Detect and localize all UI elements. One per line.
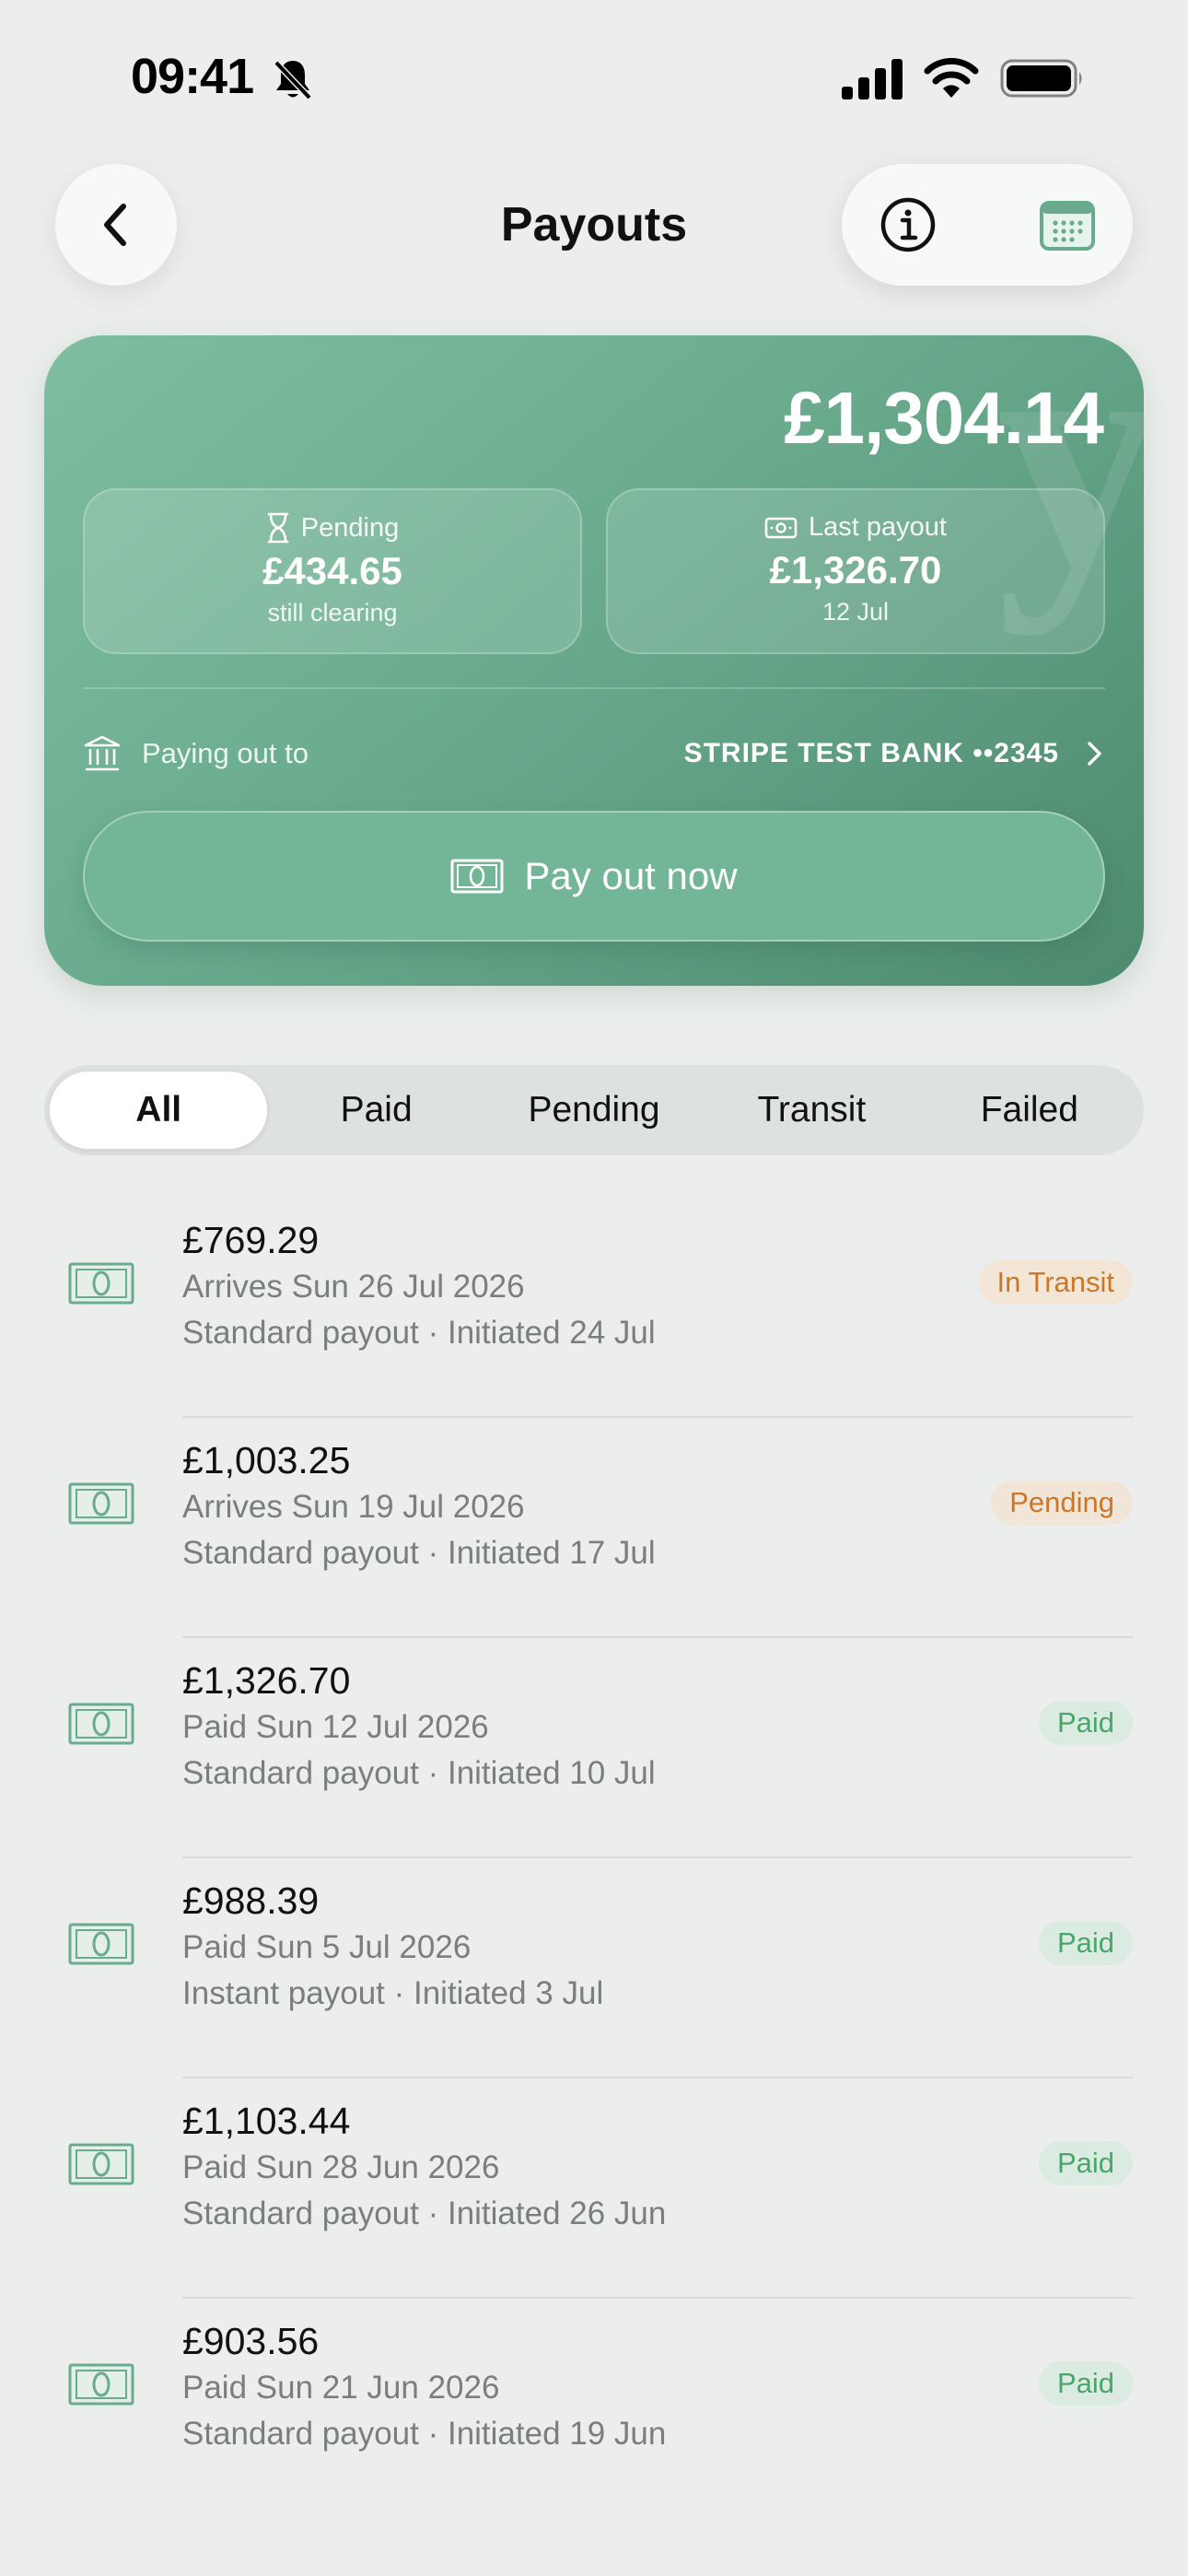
- pending-sub: still clearing: [267, 599, 398, 626]
- wifi-icon: [924, 57, 979, 98]
- pay-out-now-button[interactable]: Pay out now: [83, 811, 1105, 942]
- filter-failed[interactable]: Failed: [921, 1071, 1138, 1149]
- bank-account-name: STRIPE TEST BANK ••2345: [683, 738, 1059, 768]
- total-balance: £1,304.14: [784, 377, 1104, 459]
- filter-transit[interactable]: Transit: [703, 1071, 920, 1149]
- status-filter: All Paid Pending Transit Failed: [44, 1065, 1144, 1155]
- payout-amount: £1,103.44: [182, 2100, 351, 2142]
- status-badge: Paid: [1038, 1701, 1133, 1745]
- payout-date: Arrives Sun 26 Jul 2026: [182, 1269, 525, 1305]
- pending-value: £434.65: [262, 549, 402, 592]
- banknote-icon: [68, 1923, 134, 1965]
- payout-row[interactable]: £903.56 Paid Sun 21 Jun 2026 Standard pa…: [0, 2299, 1188, 2519]
- payout-row[interactable]: £1,003.25 Arrives Sun 19 Jul 2026 Standa…: [0, 1418, 1188, 1638]
- payout-amount: £988.39: [182, 1879, 320, 1922]
- hourglass-icon: [267, 512, 289, 544]
- bank-icon: [84, 735, 121, 771]
- last-payout-label: Last payout: [809, 512, 947, 542]
- payout-row[interactable]: £988.39 Paid Sun 5 Jul 2026 Instant payo…: [0, 1858, 1188, 2078]
- last-payout-stat: Last payout £1,326.70 12 Jul: [606, 488, 1105, 654]
- cellular-signal-icon: [842, 59, 903, 100]
- banknote-icon: [68, 1262, 134, 1305]
- banknote-icon: [68, 1703, 134, 1745]
- payout-row[interactable]: £1,326.70 Paid Sun 12 Jul 2026 Standard …: [0, 1638, 1188, 1858]
- payout-date: Paid Sun 21 Jun 2026: [182, 2370, 500, 2406]
- payout-row[interactable]: £769.29 Arrives Sun 26 Jul 2026 Standard…: [0, 1198, 1188, 1418]
- payout-list: £769.29 Arrives Sun 26 Jul 2026 Standard…: [0, 1198, 1188, 2519]
- payout-amount: £903.56: [182, 2320, 320, 2362]
- pending-label: Pending: [300, 512, 400, 543]
- status-time: 09:41: [131, 49, 254, 104]
- status-badge: Paid: [1038, 2141, 1133, 2185]
- calendar-icon[interactable]: [1039, 197, 1096, 252]
- payout-date: Paid Sun 12 Jul 2026: [182, 1709, 489, 1745]
- payout-detail: Standard payout · Initiated 26 Jun: [182, 2195, 667, 2231]
- payout-date: Arrives Sun 19 Jul 2026: [182, 1489, 525, 1525]
- banknote-icon: [68, 2363, 134, 2406]
- payout-row[interactable]: £1,103.44 Paid Sun 28 Jun 2026 Standard …: [0, 2078, 1188, 2299]
- banknote-icon: [68, 1482, 134, 1525]
- payout-date: Paid Sun 5 Jul 2026: [182, 1929, 472, 1965]
- card-divider: [83, 687, 1105, 689]
- pay-out-now-label: Pay out now: [524, 854, 738, 897]
- balance-card: y £1,304.14 Pending £434.65 still cleari…: [44, 335, 1144, 986]
- payout-amount: £1,326.70: [182, 1659, 351, 1702]
- payout-detail: Standard payout · Initiated 10 Jul: [182, 1755, 656, 1791]
- filter-pending[interactable]: Pending: [485, 1071, 703, 1149]
- status-bar: 09:41: [0, 0, 1188, 157]
- status-badge: Pending: [991, 1481, 1133, 1525]
- banknote-icon: [68, 2143, 134, 2185]
- status-badge: In Transit: [978, 1260, 1133, 1305]
- payout-detail: Instant payout · Initiated 3 Jul: [182, 1975, 604, 2011]
- payout-date: Paid Sun 28 Jun 2026: [182, 2149, 500, 2185]
- payout-amount: £1,003.25: [182, 1439, 351, 1481]
- last-payout-sub: 12 Jul: [821, 598, 890, 626]
- payout-detail: Standard payout · Initiated 19 Jun: [182, 2416, 667, 2452]
- banknote-icon: [450, 859, 504, 894]
- payout-amount: £769.29: [182, 1219, 320, 1261]
- payout-detail: Standard payout · Initiated 17 Jul: [182, 1535, 656, 1571]
- pending-stat: Pending £434.65 still clearing: [83, 488, 582, 654]
- header-actions: [842, 164, 1133, 286]
- banknote-icon: [764, 517, 798, 538]
- last-payout-value: £1,326.70: [769, 548, 942, 591]
- status-badge: Paid: [1038, 1921, 1133, 1965]
- status-badge: Paid: [1038, 2361, 1133, 2406]
- paying-out-to-row[interactable]: Paying out to STRIPE TEST BANK ••2345: [83, 726, 1105, 781]
- filter-paid[interactable]: Paid: [267, 1071, 484, 1149]
- battery-icon: [1000, 59, 1082, 98]
- info-icon[interactable]: [879, 195, 938, 254]
- payout-detail: Standard payout · Initiated 24 Jul: [182, 1315, 656, 1351]
- filter-all[interactable]: All: [50, 1071, 268, 1149]
- chevron-right-icon: [1088, 742, 1101, 766]
- paying-out-label: Paying out to: [142, 737, 309, 769]
- bell-muted-icon: [274, 60, 312, 100]
